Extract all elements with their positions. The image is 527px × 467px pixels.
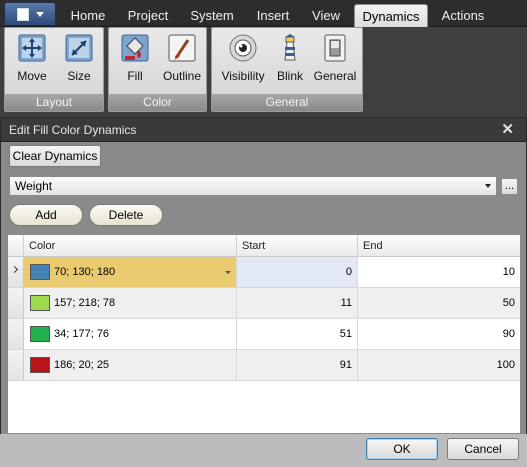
add-button[interactable]: Add xyxy=(9,204,83,226)
layout-group-caption: Layout xyxy=(5,94,103,111)
color-swatch xyxy=(30,357,50,373)
size-button[interactable]: Size xyxy=(57,31,101,91)
color-ranges-grid: Color Start End 70; 130; 180 0 10 157; 2… xyxy=(7,234,521,434)
fill-bucket-icon xyxy=(121,34,149,62)
tab-view[interactable]: View xyxy=(304,4,348,27)
color-swatch xyxy=(30,326,50,342)
cancel-button[interactable]: Cancel xyxy=(447,438,519,460)
close-icon[interactable]: ✕ xyxy=(501,120,514,138)
tag-combobox-value: Weight xyxy=(15,179,53,193)
dialog-titlebar: Edit Fill Color Dynamics ✕ xyxy=(1,118,526,142)
size-label: Size xyxy=(67,69,91,83)
current-row-icon xyxy=(10,265,19,274)
tab-dynamics[interactable]: Dynamics xyxy=(354,4,428,27)
color-group-caption: Color xyxy=(109,94,206,111)
ribbon: Home Project System Insert View Dynamics… xyxy=(0,0,527,117)
browse-tag-button[interactable]: ... xyxy=(501,178,518,195)
tab-system[interactable]: System xyxy=(182,4,242,27)
outline-label: Outline xyxy=(162,69,202,83)
color-value: 157; 218; 78 xyxy=(54,297,116,309)
column-header-color[interactable]: Color xyxy=(24,235,237,257)
eye-icon xyxy=(229,34,257,62)
table-row[interactable]: 157; 218; 78 11 50 xyxy=(8,288,520,319)
color-cell[interactable]: 157; 218; 78 xyxy=(24,288,237,318)
column-header-end[interactable]: End xyxy=(358,235,520,257)
start-cell[interactable]: 91 xyxy=(237,350,358,380)
color-value: 186; 20; 25 xyxy=(54,359,110,371)
color-group: Fill Outline Color xyxy=(108,27,207,112)
tag-combobox[interactable]: Weight xyxy=(9,176,497,196)
dialog-title: Edit Fill Color Dynamics xyxy=(9,123,137,137)
switch-icon xyxy=(324,34,346,62)
tab-actions[interactable]: Actions xyxy=(434,4,492,27)
general-label: General xyxy=(313,69,357,83)
outline-button[interactable]: Outline xyxy=(159,31,205,91)
lighthouse-icon xyxy=(284,34,296,61)
outline-brush-icon xyxy=(168,34,196,62)
general-group-caption: General xyxy=(212,94,362,111)
start-cell[interactable]: 11 xyxy=(237,288,358,318)
color-cell[interactable]: 186; 20; 25 xyxy=(24,350,237,380)
chevron-down-icon xyxy=(36,12,44,17)
row-header[interactable] xyxy=(8,257,24,287)
color-swatch xyxy=(30,295,50,311)
delete-button[interactable]: Delete xyxy=(89,204,163,226)
fill-button[interactable]: Fill xyxy=(113,31,157,91)
visibility-button[interactable]: Visibility xyxy=(216,31,270,91)
move-icon xyxy=(18,34,46,62)
blink-label: Blink xyxy=(276,69,303,83)
end-cell[interactable]: 90 xyxy=(358,319,520,349)
move-button[interactable]: Move xyxy=(9,31,55,91)
color-value: 70; 130; 180 xyxy=(54,266,116,278)
dialog-footer: OK Cancel xyxy=(0,434,527,467)
ribbon-tabbar: Home Project System Insert View Dynamics… xyxy=(0,0,527,27)
end-cell[interactable]: 10 xyxy=(358,257,520,287)
tab-insert[interactable]: Insert xyxy=(246,4,300,27)
application-menu-button[interactable] xyxy=(4,2,56,26)
general-group: Visibility Blink General General xyxy=(211,27,363,112)
clear-dynamics-button[interactable]: Clear Dynamics xyxy=(9,145,101,167)
color-value: 34; 177; 76 xyxy=(54,328,110,340)
color-cell[interactable]: 70; 130; 180 xyxy=(24,257,237,287)
ok-button[interactable]: OK xyxy=(366,438,438,460)
end-cell[interactable]: 50 xyxy=(358,288,520,318)
grid-header: Color Start End xyxy=(8,235,520,257)
start-cell[interactable]: 51 xyxy=(237,319,358,349)
fill-label: Fill xyxy=(127,69,143,83)
blink-button[interactable]: Blink xyxy=(272,31,308,91)
column-header-start[interactable]: Start xyxy=(237,235,358,257)
document-icon xyxy=(17,8,29,21)
move-label: Move xyxy=(17,69,47,83)
layout-group: Move Size Layout xyxy=(4,27,104,112)
chevron-down-icon xyxy=(485,184,491,188)
row-header[interactable] xyxy=(8,288,24,318)
resize-icon xyxy=(65,34,93,62)
tab-home[interactable]: Home xyxy=(62,4,114,27)
end-cell[interactable]: 100 xyxy=(358,350,520,380)
color-cell[interactable]: 34; 177; 76 xyxy=(24,319,237,349)
start-cell[interactable]: 0 xyxy=(237,257,358,287)
general-button[interactable]: General xyxy=(310,31,360,91)
row-header[interactable] xyxy=(8,319,24,349)
visibility-label: Visibility xyxy=(221,69,265,83)
grid-header-corner xyxy=(8,235,24,257)
table-row[interactable]: 70; 130; 180 0 10 xyxy=(8,257,520,288)
row-header[interactable] xyxy=(8,350,24,380)
table-row[interactable]: 186; 20; 25 91 100 xyxy=(8,350,520,381)
color-swatch xyxy=(30,264,50,280)
tab-project[interactable]: Project xyxy=(118,4,178,27)
table-row[interactable]: 34; 177; 76 51 90 xyxy=(8,319,520,350)
chevron-down-icon[interactable] xyxy=(225,271,231,274)
